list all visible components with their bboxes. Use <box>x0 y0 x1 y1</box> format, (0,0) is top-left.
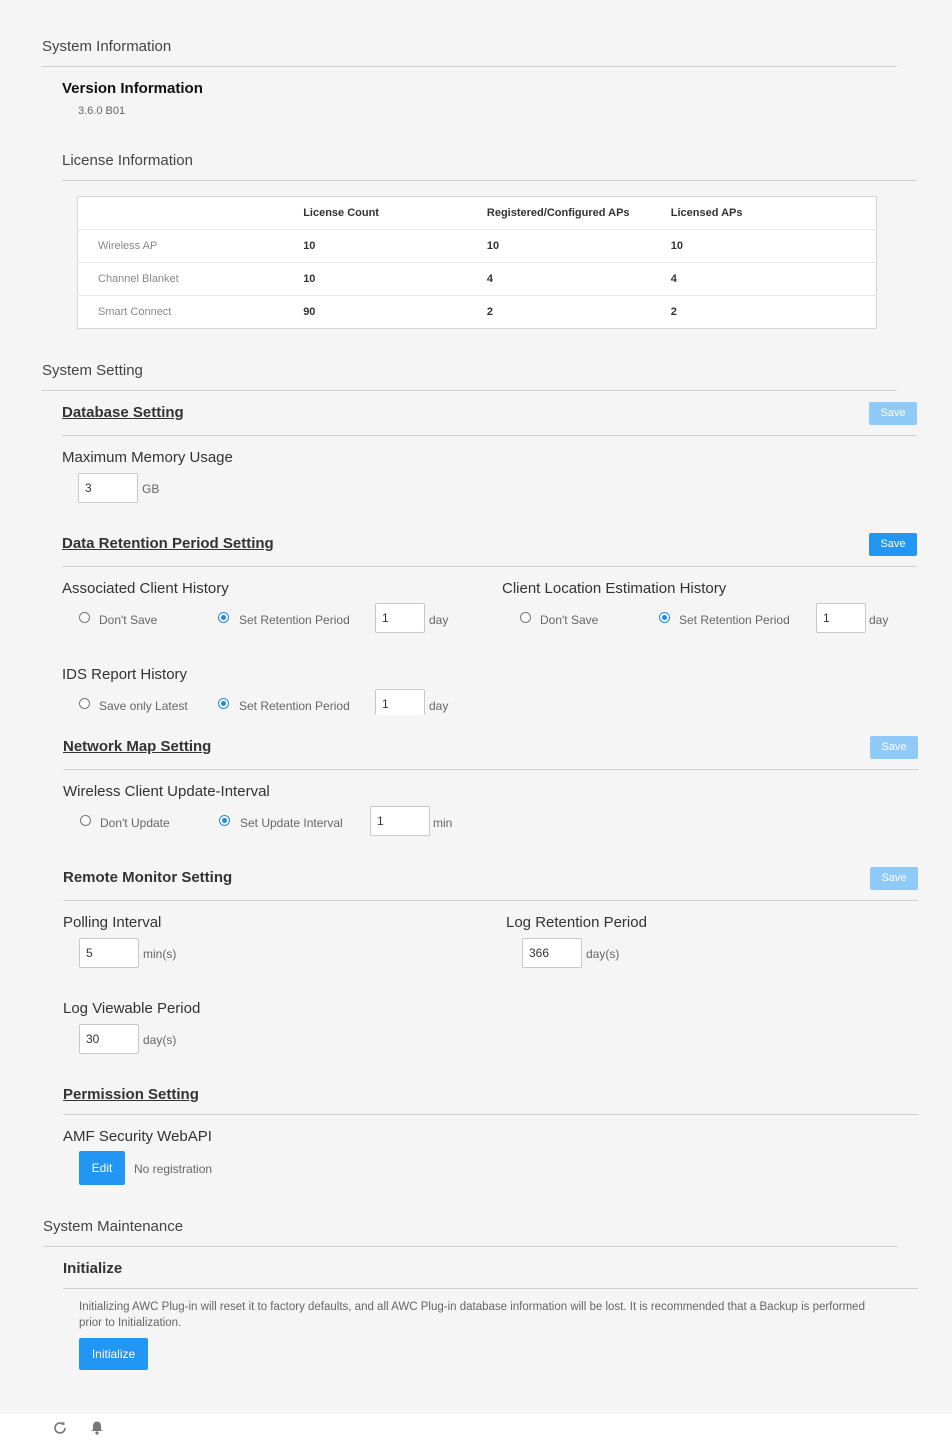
column-header-registered-aps: Registered/Configured APs <box>486 207 630 219</box>
section-title-system-maintenance: System Maintenance <box>43 1218 184 1235</box>
initialize-button[interactable]: Initialize <box>79 1338 148 1370</box>
set-update-interval-radio[interactable] <box>219 815 230 826</box>
wireless-client-interval-label: Wireless Client Update-Interval <box>63 783 270 800</box>
license-count-cell: 10 <box>303 229 487 263</box>
webapi-status: No registration <box>134 1162 213 1176</box>
unit-label: day(s) <box>143 1033 177 1047</box>
unit-label: day <box>429 699 449 713</box>
divider <box>62 566 917 567</box>
edit-webapi-button[interactable]: Edit <box>79 1151 125 1185</box>
registered-aps-cell: 10 <box>486 229 671 263</box>
row-name: Smart Connect <box>77 295 304 329</box>
licensed-aps-cell: 4 <box>670 262 877 296</box>
table-row: Smart Connect 90 2 2 <box>77 295 877 329</box>
radio-label: Set Update Interval <box>240 816 343 830</box>
dont-update-radio[interactable] <box>80 815 91 826</box>
initialize-description-line2: prior to Initialization. <box>79 1317 182 1329</box>
unit-label: min(s) <box>143 947 177 961</box>
divider <box>63 769 918 770</box>
client-location-history-label: Client Location Estimation History <box>502 580 727 597</box>
divider <box>63 900 918 901</box>
unit-label: day <box>869 613 889 627</box>
section-title-system-setting: System Setting <box>42 362 143 379</box>
table-row: Wireless AP 10 10 10 <box>77 229 877 263</box>
table-row: Channel Blanket 10 4 4 <box>77 262 877 296</box>
unit-label: day <box>429 613 449 627</box>
max-memory-unit: GB <box>142 482 160 496</box>
divider <box>43 1246 898 1247</box>
section-title-system-information: System Information <box>42 38 172 55</box>
column-header <box>78 197 304 230</box>
licensed-aps-cell: 2 <box>670 295 877 329</box>
license-table: License Count Registered/Configured APs … <box>77 196 877 329</box>
divider <box>63 1114 918 1115</box>
polling-interval-input[interactable]: 5 <box>79 938 139 968</box>
ids-report-save-latest-radio[interactable] <box>79 698 90 709</box>
max-memory-label: Maximum Memory Usage <box>62 449 233 466</box>
client-location-dont-save-radio[interactable] <box>520 612 531 623</box>
database-save-button[interactable]: Save <box>869 402 917 425</box>
row-name: Channel Blanket <box>77 262 304 296</box>
row-name: Wireless AP <box>77 229 304 263</box>
associated-client-retention-input[interactable]: 1 <box>375 603 425 633</box>
licensed-aps-cell: 10 <box>670 229 877 263</box>
ids-report-history-label: IDS Report History <box>62 666 188 683</box>
network-map-title[interactable]: Network Map Setting <box>63 738 211 755</box>
radio-label: Set Retention Period <box>239 613 350 627</box>
log-viewable-period-label: Log Viewable Period <box>63 1000 201 1017</box>
max-memory-input[interactable]: 3 <box>78 473 138 503</box>
divider <box>42 390 897 391</box>
bell-icon[interactable] <box>89 1420 105 1436</box>
remote-monitor-title: Remote Monitor Setting <box>63 869 233 886</box>
data-retention-title[interactable]: Data Retention Period Setting <box>62 535 274 552</box>
radio-label: Set Retention Period <box>239 699 350 713</box>
client-location-set-retention-radio[interactable] <box>659 612 670 623</box>
ids-report-retention-input[interactable]: 1 <box>375 689 425 715</box>
associated-client-dont-save-radio[interactable] <box>79 612 90 623</box>
divider <box>42 66 897 67</box>
unit-label: min <box>433 816 453 830</box>
refresh-icon[interactable] <box>52 1420 68 1436</box>
associated-client-set-retention-radio[interactable] <box>218 612 229 623</box>
license-information-title: License Information <box>62 152 193 169</box>
radio-label: Set Retention Period <box>679 613 790 627</box>
client-location-retention-input[interactable]: 1 <box>816 603 866 633</box>
initialize-description-line1: Initializing AWC Plug-in will reset it t… <box>79 1301 865 1313</box>
divider <box>62 435 917 436</box>
log-retention-period-label: Log Retention Period <box>506 914 647 931</box>
unit-label: day(s) <box>586 947 620 961</box>
divider <box>62 180 917 181</box>
version-information-title: Version Information <box>62 80 203 97</box>
log-retention-period-input[interactable]: 366 <box>522 938 582 968</box>
polling-interval-label: Polling Interval <box>63 914 162 931</box>
version-value: 3.6.0 B01 <box>78 105 126 117</box>
registered-aps-cell: 2 <box>486 295 671 329</box>
column-header-licensed-aps: Licensed APs <box>670 207 743 219</box>
license-table-header: License Count Registered/Configured APs … <box>78 197 877 230</box>
license-count-cell: 90 <box>303 295 487 329</box>
webapi-label: AMF Security WebAPI <box>63 1128 212 1145</box>
remote-monitor-save-button[interactable]: Save <box>870 867 918 890</box>
license-count-cell: 10 <box>303 262 487 296</box>
permission-setting-title[interactable]: Permission Setting <box>63 1086 199 1103</box>
database-setting-title[interactable]: Database Setting <box>62 404 184 421</box>
radio-label: Save only Latest <box>99 699 188 713</box>
associated-client-history-label: Associated Client History <box>62 580 229 597</box>
ids-report-set-retention-radio[interactable] <box>218 698 229 709</box>
log-viewable-period-input[interactable]: 30 <box>79 1024 139 1054</box>
footer-bar <box>0 1414 952 1444</box>
registered-aps-cell: 4 <box>486 262 671 296</box>
update-interval-input[interactable]: 1 <box>370 806 430 836</box>
column-header-license-count: License Count <box>303 207 379 219</box>
divider <box>63 1288 918 1289</box>
radio-label: Don't Update <box>100 816 170 830</box>
data-retention-save-button[interactable]: Save <box>869 533 917 556</box>
radio-label: Don't Save <box>99 613 158 627</box>
network-map-save-button[interactable]: Save <box>870 736 918 759</box>
radio-label: Don't Save <box>540 613 599 627</box>
initialize-title: Initialize <box>63 1260 123 1277</box>
